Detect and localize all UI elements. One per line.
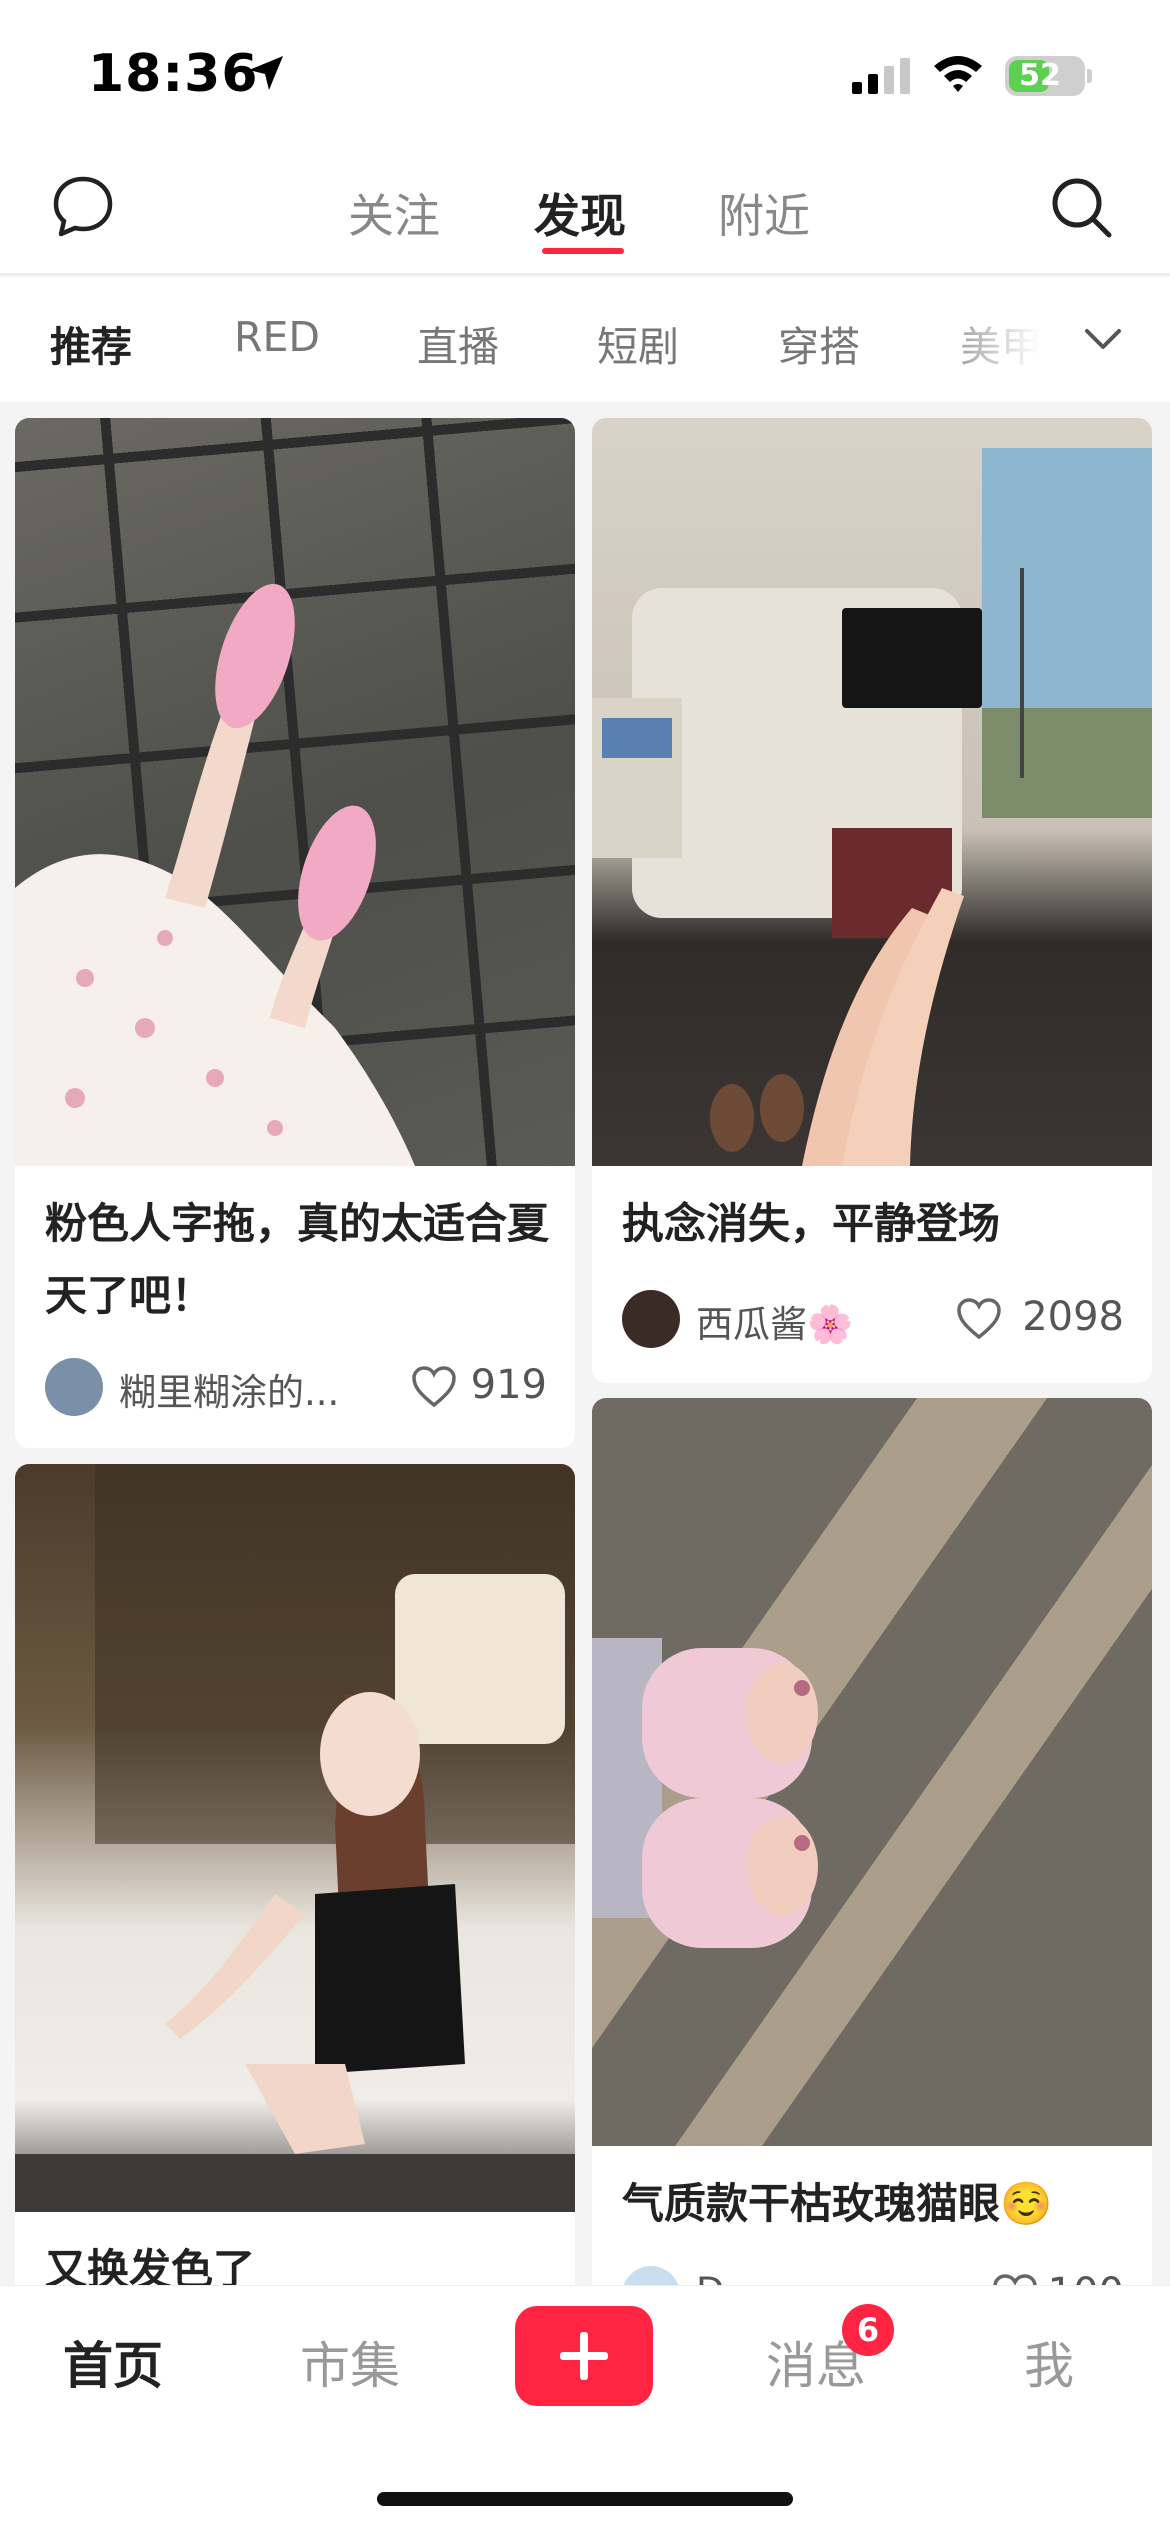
post-title[interactable]: 气质款干枯玫瑰猫眼☺️ bbox=[622, 2168, 1132, 2240]
like-count: 2098 bbox=[1022, 1294, 1124, 1340]
post-image bbox=[592, 1398, 1152, 2146]
tab-nearby[interactable]: 附近 bbox=[718, 180, 810, 246]
tab-home[interactable]: 首页 bbox=[63, 2326, 163, 2398]
tab-discover[interactable]: 发现 bbox=[534, 180, 626, 246]
tab-me[interactable]: 我 bbox=[1024, 2326, 1074, 2398]
feed-card[interactable]: 粉色人字拖，真的太适合夏天了吧！ 糊里糊涂的... 919 bbox=[15, 418, 575, 1448]
post-title[interactable]: 执念消失，平静登场 bbox=[622, 1188, 1132, 1260]
wifi-icon bbox=[932, 52, 984, 100]
like-count: 919 bbox=[470, 1362, 547, 1408]
tab-market[interactable]: 市集 bbox=[300, 2326, 400, 2398]
create-post-button[interactable] bbox=[515, 2306, 653, 2406]
post-author[interactable]: 糊里糊涂的... bbox=[119, 1362, 379, 1416]
post-image bbox=[15, 418, 575, 1166]
heart-icon[interactable] bbox=[411, 1366, 457, 1412]
status-bar: 18:36 52 bbox=[0, 0, 1170, 150]
category-fade bbox=[920, 277, 1060, 402]
post-image bbox=[592, 418, 1152, 1166]
battery-level: 52 bbox=[1019, 58, 1061, 93]
active-tab-indicator bbox=[542, 248, 624, 254]
avatar[interactable] bbox=[622, 1290, 680, 1348]
category-recommend[interactable]: 推荐 bbox=[50, 313, 132, 373]
category-live[interactable]: 直播 bbox=[417, 313, 499, 373]
post-image bbox=[15, 1464, 575, 2212]
status-time: 18:36 bbox=[88, 44, 259, 104]
category-expand-button[interactable] bbox=[1055, 277, 1170, 402]
category-red[interactable]: RED bbox=[234, 313, 320, 361]
top-nav: 关注 发现 附近 bbox=[0, 150, 1170, 275]
plus-icon bbox=[560, 2332, 608, 2380]
tab-follow[interactable]: 关注 bbox=[348, 180, 440, 246]
feed-card[interactable]: 又换发色了 bbox=[15, 1464, 575, 2364]
category-outfit[interactable]: 穿搭 bbox=[778, 313, 860, 373]
battery-charging-icon: 52 bbox=[1005, 56, 1092, 96]
category-bar: 推荐 RED 直播 短剧 穿搭 美甲 bbox=[0, 277, 1170, 402]
chevron-down-icon bbox=[1085, 329, 1121, 349]
feed-card[interactable]: 执念消失，平静登场 西瓜酱🌸 2098 bbox=[592, 418, 1152, 1383]
app-root: 18:36 52 关注 发现 附近 推荐 RED 直播 短剧 穿搭 粉色人字拖，… bbox=[0, 0, 1170, 2532]
heart-icon[interactable] bbox=[956, 1298, 1002, 1344]
search-icon[interactable] bbox=[1048, 174, 1114, 244]
avatar[interactable] bbox=[45, 1358, 103, 1416]
signal-icon bbox=[852, 58, 912, 98]
bottom-tab-bar: 首页 市集 消息 6 我 bbox=[0, 2285, 1170, 2532]
chat-bubble-icon[interactable] bbox=[50, 174, 116, 244]
message-badge: 6 bbox=[842, 2304, 894, 2356]
post-title[interactable]: 粉色人字拖，真的太适合夏天了吧！ bbox=[45, 1188, 555, 1332]
post-author[interactable]: 西瓜酱🌸 bbox=[696, 1294, 956, 1348]
home-indicator bbox=[377, 2492, 793, 2506]
category-short-drama[interactable]: 短剧 bbox=[597, 313, 679, 373]
location-arrow-icon bbox=[245, 52, 287, 98]
feed-card[interactable]: 气质款干枯玫瑰猫眼☺️ D... 100 bbox=[592, 1398, 1152, 2364]
